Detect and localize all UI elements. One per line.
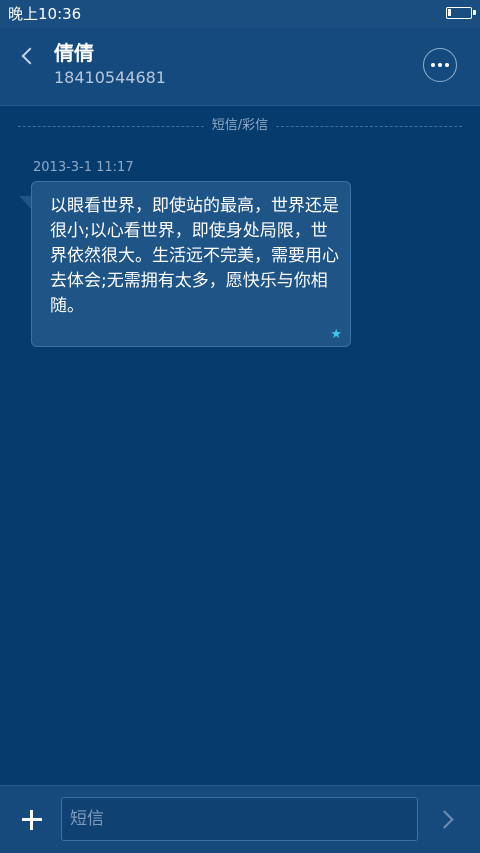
battery-level bbox=[448, 9, 451, 16]
message-bubble[interactable]: 以眼看世界，即使站的最高，世界还是很小;以心看世界，即使身处局限，世界依然很大。… bbox=[31, 181, 351, 347]
conversation-header: 倩倩 18410544681 bbox=[0, 28, 480, 106]
more-dots-icon bbox=[431, 63, 435, 67]
message-text: 以眼看世界，即使站的最高，世界还是很小;以心看世界，即使身处局限，世界依然很大。… bbox=[50, 196, 339, 316]
chevron-right-icon bbox=[434, 809, 454, 829]
divider-line bbox=[18, 126, 204, 127]
status-time: 晚上10:36 bbox=[8, 5, 82, 23]
more-dots-icon bbox=[445, 63, 449, 67]
status-bar: 晚上10:36 bbox=[0, 0, 480, 28]
message-type-divider: 短信/彩信 bbox=[18, 117, 462, 135]
send-button[interactable] bbox=[432, 804, 462, 834]
more-dots-icon bbox=[438, 63, 442, 67]
star-icon: ★ bbox=[330, 327, 342, 342]
add-attachment-button[interactable] bbox=[14, 802, 50, 838]
message-input[interactable] bbox=[61, 797, 418, 841]
chevron-left-icon bbox=[21, 47, 39, 65]
more-options-button[interactable] bbox=[423, 48, 457, 82]
message-type-label: 短信/彩信 bbox=[211, 118, 269, 133]
compose-bar bbox=[0, 785, 480, 853]
contact-name: 倩倩 bbox=[54, 41, 94, 65]
divider-line bbox=[276, 126, 462, 127]
back-button[interactable] bbox=[10, 38, 46, 74]
battery-icon bbox=[446, 7, 476, 19]
contact-number: 18410544681 bbox=[54, 68, 166, 87]
message-timestamp: 2013-3-1 11:17 bbox=[33, 160, 134, 175]
